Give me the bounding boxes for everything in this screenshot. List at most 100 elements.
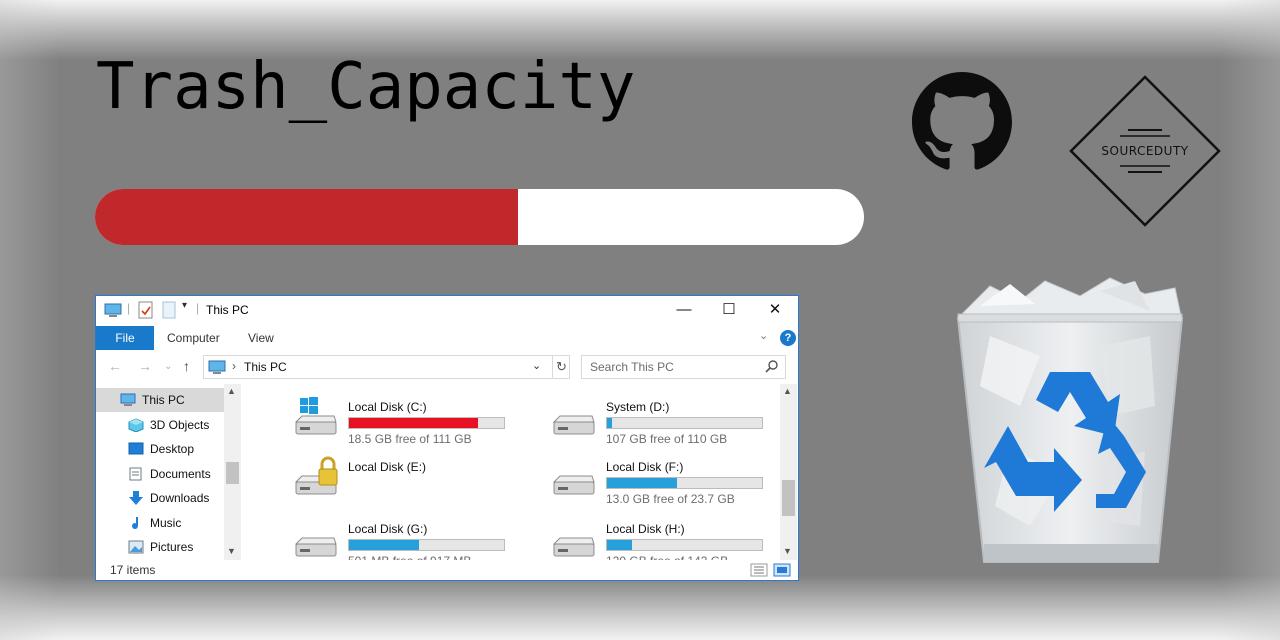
navigation-scrollbar[interactable]: ▲ ▼ [224, 384, 241, 560]
qa-separator: | [127, 301, 131, 315]
large-icons-view-icon[interactable] [773, 563, 791, 577]
address-bar-row: ← → ⌄ ↑ › This PC ⌄ ↻ Search This PC [96, 354, 798, 380]
sidebar-item-label: Pictures [150, 540, 194, 554]
drive-name: Local Disk (F:) [606, 460, 684, 474]
this-pc-icon [104, 303, 122, 317]
navigation-scroll-thumb[interactable] [226, 462, 239, 484]
breadcrumb-chevron-icon: › [232, 359, 236, 373]
page-title: Trash_Capacity [96, 50, 636, 124]
scroll-up-icon[interactable]: ▲ [783, 386, 792, 396]
help-icon[interactable]: ? [780, 330, 796, 346]
tab-computer[interactable]: Computer [167, 326, 220, 350]
drives-content: Local Disk (C:) 18.5 GB free of 111 GB Sys… [242, 384, 782, 560]
drive-usage-bar [348, 417, 505, 429]
sidebar-item[interactable]: Music [96, 511, 224, 535]
drive-free-space: 107 GB free of 110 GB [606, 432, 728, 446]
drive-name: Local Disk (G:) [348, 522, 428, 536]
expand-ribbon-chevron-icon[interactable]: ⌄ [759, 329, 768, 342]
hard-drive-icon [294, 537, 337, 557]
background-bottom-glow [0, 575, 1280, 640]
drive-item[interactable]: System (D:) 107 GB free of 110 GB [552, 392, 782, 446]
sidebar-item-label: 3D Objects [150, 417, 210, 432]
drive-usage-bar [348, 539, 505, 551]
drive-usage-fill [349, 540, 419, 550]
sidebar-item-label: This PC [142, 393, 185, 407]
address-dropdown-chevron-icon[interactable]: ⌄ [532, 359, 541, 372]
recent-locations-chevron-icon[interactable]: ⌄ [164, 361, 172, 372]
drive-item[interactable]: Local Disk (E:) [294, 452, 538, 504]
properties-icon[interactable] [138, 301, 154, 319]
drive-item[interactable]: Local Disk (G:)501 MB free of 917 MB [294, 514, 538, 560]
close-button[interactable]: ✕ [752, 296, 798, 324]
capacity-progress-bar [95, 189, 864, 245]
search-icon[interactable] [765, 359, 779, 373]
drive-usage-fill [349, 418, 478, 428]
recycle-bin-icon [956, 277, 1184, 563]
drive-name: Local Disk (C:) [348, 400, 427, 414]
hard-drive-icon [552, 475, 595, 495]
sidebar-item-label: Music [150, 515, 182, 530]
download-arrow-icon [129, 491, 143, 505]
explorer-window: | ▾ | This PC — ☐ ✕ File Computer View ⌄… [95, 295, 799, 581]
sidebar-item[interactable]: Documents [96, 462, 224, 486]
background-right-glow [1220, 0, 1280, 640]
sidebar-item-label: Documents [150, 466, 211, 481]
scroll-down-icon[interactable]: ▼ [227, 546, 236, 556]
sidebar-item-label: Desktop [150, 442, 195, 456]
item-count: 17 items [110, 563, 156, 577]
drive-item[interactable]: Local Disk (F:) 13.0 GB free of 23.7 GB [552, 452, 782, 506]
sidebar-item[interactable]: Desktop [96, 437, 224, 461]
ribbon-tabs: File Computer View ⌄ ? [96, 326, 798, 350]
windows-drive-icon [294, 397, 337, 435]
scroll-up-icon[interactable]: ▲ [227, 386, 236, 396]
customize-qa-dropdown-icon[interactable]: ▾ [182, 300, 187, 318]
this-pc-icon [208, 360, 226, 374]
capacity-progress-fill [95, 189, 518, 245]
sidebar-item[interactable]: This PC [96, 388, 224, 412]
music-note-icon [132, 516, 139, 529]
content-scroll-thumb[interactable] [782, 480, 795, 516]
minimize-button[interactable]: — [661, 296, 707, 324]
new-folder-icon[interactable] [162, 301, 176, 319]
drive-usage-bar [606, 417, 763, 429]
drive-usage-bar [606, 477, 763, 489]
locked-drive-icon [294, 456, 338, 495]
tab-file[interactable]: File [96, 326, 154, 350]
sidebar-item[interactable]: Downloads [96, 486, 224, 510]
drive-usage-bar [606, 539, 763, 551]
sourceduty-logo-text: SOURCEDUTY [1101, 144, 1189, 158]
drive-usage-fill [607, 478, 677, 488]
drive-name: Local Disk (H:) [606, 522, 685, 536]
drive-usage-fill [607, 540, 632, 550]
background-left-glow [0, 0, 60, 640]
search-placeholder: Search This PC [590, 360, 674, 374]
navigation-pane: This PC 3D Objects Desktop Documents Downloa… [96, 384, 242, 560]
up-arrow-icon[interactable]: ↑ [183, 358, 190, 374]
refresh-icon[interactable]: ↻ [552, 356, 570, 378]
desktop-icon [128, 442, 144, 455]
tab-view[interactable]: View [248, 326, 274, 350]
details-view-icon[interactable] [750, 563, 768, 577]
sidebar-item[interactable]: 3D Objects [96, 413, 224, 437]
window-title: This PC [206, 303, 249, 317]
documents-icon [129, 467, 142, 480]
maximize-button[interactable]: ☐ [706, 296, 752, 324]
monitor-icon [120, 393, 136, 406]
back-arrow-icon[interactable]: ← [108, 358, 122, 374]
github-logo-icon[interactable] [912, 72, 1012, 172]
drive-free-space: 18.5 GB free of 111 GB [348, 432, 472, 446]
forward-arrow-icon[interactable]: → [138, 358, 152, 374]
search-input[interactable]: Search This PC [581, 355, 786, 379]
content-scrollbar[interactable]: ▲ ▼ [780, 384, 797, 560]
pictures-icon [128, 540, 144, 554]
drive-name: System (D:) [606, 400, 670, 414]
drive-item[interactable]: Local Disk (H:)120 GB free of 143 GB [552, 514, 782, 560]
drive-item[interactable]: Local Disk (C:) 18.5 GB free of 111 GB [294, 392, 538, 446]
view-toggle-icons [750, 563, 791, 577]
address-field[interactable]: › This PC ⌄ ↻ [203, 355, 570, 379]
sidebar-item[interactable]: Pictures [96, 535, 224, 559]
window-titlebar: | ▾ | This PC — ☐ ✕ [96, 296, 798, 324]
scroll-down-icon[interactable]: ▼ [783, 546, 792, 556]
drive-name: Local Disk (E:) [348, 460, 427, 474]
cube-icon [128, 417, 144, 432]
